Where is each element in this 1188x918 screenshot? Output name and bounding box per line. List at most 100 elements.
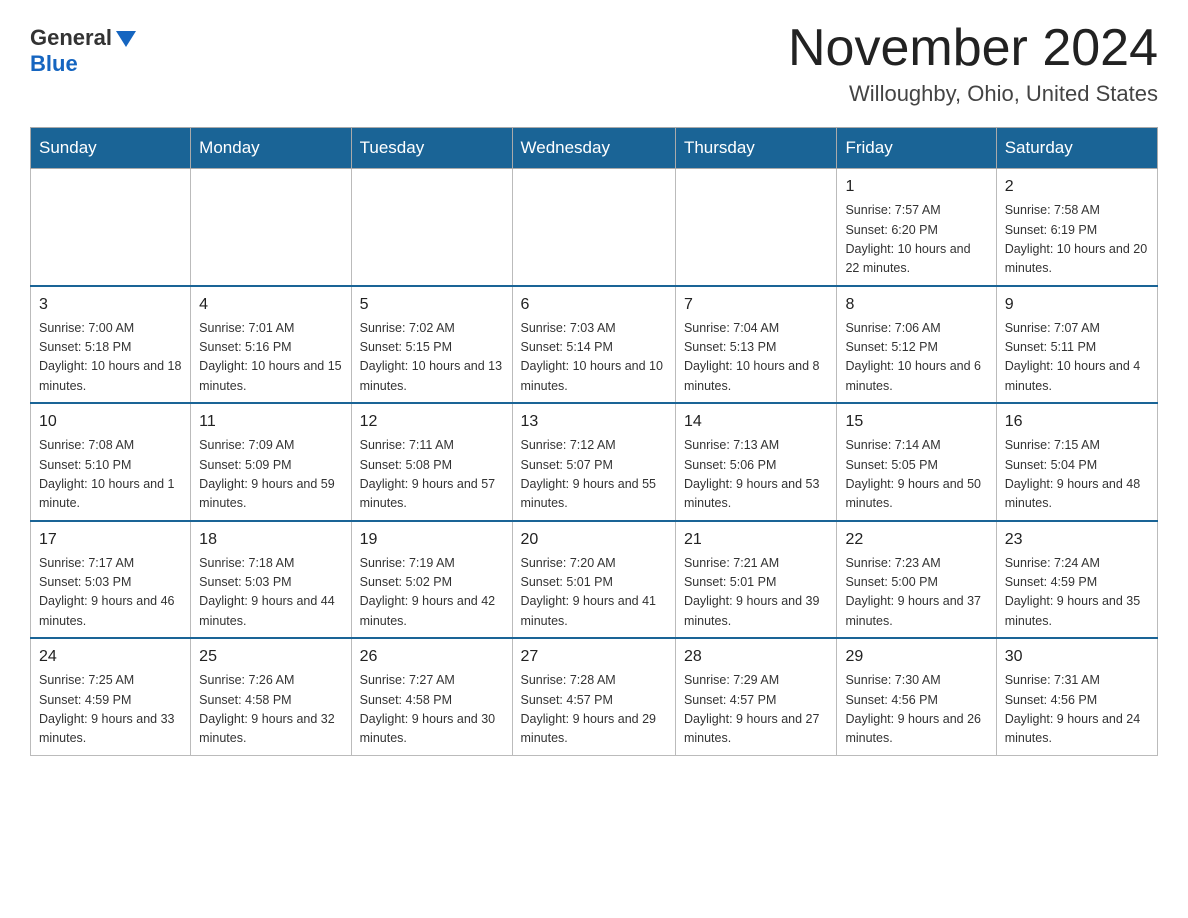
calendar-table: Sunday Monday Tuesday Wednesday Thursday… <box>30 127 1158 756</box>
table-row: 29Sunrise: 7:30 AMSunset: 4:56 PMDayligh… <box>837 638 996 755</box>
table-row: 1Sunrise: 7:57 AMSunset: 6:20 PMDaylight… <box>837 169 996 286</box>
day-number: 1 <box>845 175 987 199</box>
day-number: 24 <box>39 645 182 669</box>
day-number: 4 <box>199 293 342 317</box>
table-row: 11Sunrise: 7:09 AMSunset: 5:09 PMDayligh… <box>191 403 351 521</box>
col-thursday: Thursday <box>675 128 837 169</box>
logo-triangle-icon <box>116 31 136 47</box>
col-monday: Monday <box>191 128 351 169</box>
day-info: Sunrise: 7:23 AMSunset: 5:00 PMDaylight:… <box>845 554 987 632</box>
day-info: Sunrise: 7:31 AMSunset: 4:56 PMDaylight:… <box>1005 671 1149 749</box>
day-number: 28 <box>684 645 829 669</box>
day-info: Sunrise: 7:07 AMSunset: 5:11 PMDaylight:… <box>1005 319 1149 397</box>
day-info: Sunrise: 7:12 AMSunset: 5:07 PMDaylight:… <box>521 436 667 514</box>
col-saturday: Saturday <box>996 128 1157 169</box>
day-info: Sunrise: 7:30 AMSunset: 4:56 PMDaylight:… <box>845 671 987 749</box>
day-info: Sunrise: 7:24 AMSunset: 4:59 PMDaylight:… <box>1005 554 1149 632</box>
calendar-week-row: 3Sunrise: 7:00 AMSunset: 5:18 PMDaylight… <box>31 286 1158 404</box>
table-row <box>351 169 512 286</box>
logo-general-text: General <box>30 25 112 51</box>
day-info: Sunrise: 7:11 AMSunset: 5:08 PMDaylight:… <box>360 436 504 514</box>
table-row <box>31 169 191 286</box>
day-number: 9 <box>1005 293 1149 317</box>
day-number: 8 <box>845 293 987 317</box>
day-info: Sunrise: 7:15 AMSunset: 5:04 PMDaylight:… <box>1005 436 1149 514</box>
day-info: Sunrise: 7:01 AMSunset: 5:16 PMDaylight:… <box>199 319 342 397</box>
day-number: 26 <box>360 645 504 669</box>
table-row <box>675 169 837 286</box>
day-number: 17 <box>39 528 182 552</box>
col-wednesday: Wednesday <box>512 128 675 169</box>
day-info: Sunrise: 7:02 AMSunset: 5:15 PMDaylight:… <box>360 319 504 397</box>
calendar-week-row: 1Sunrise: 7:57 AMSunset: 6:20 PMDaylight… <box>31 169 1158 286</box>
day-number: 10 <box>39 410 182 434</box>
day-info: Sunrise: 7:29 AMSunset: 4:57 PMDaylight:… <box>684 671 829 749</box>
day-info: Sunrise: 7:13 AMSunset: 5:06 PMDaylight:… <box>684 436 829 514</box>
day-number: 5 <box>360 293 504 317</box>
col-sunday: Sunday <box>31 128 191 169</box>
day-number: 19 <box>360 528 504 552</box>
calendar-week-row: 24Sunrise: 7:25 AMSunset: 4:59 PMDayligh… <box>31 638 1158 755</box>
month-title: November 2024 <box>788 20 1158 77</box>
table-row: 20Sunrise: 7:20 AMSunset: 5:01 PMDayligh… <box>512 521 675 639</box>
title-block: November 2024 Willoughby, Ohio, United S… <box>788 20 1158 107</box>
day-number: 2 <box>1005 175 1149 199</box>
day-number: 27 <box>521 645 667 669</box>
logo: General Blue <box>30 20 136 77</box>
table-row: 25Sunrise: 7:26 AMSunset: 4:58 PMDayligh… <box>191 638 351 755</box>
table-row: 7Sunrise: 7:04 AMSunset: 5:13 PMDaylight… <box>675 286 837 404</box>
table-row: 17Sunrise: 7:17 AMSunset: 5:03 PMDayligh… <box>31 521 191 639</box>
table-row: 15Sunrise: 7:14 AMSunset: 5:05 PMDayligh… <box>837 403 996 521</box>
day-number: 25 <box>199 645 342 669</box>
day-info: Sunrise: 7:09 AMSunset: 5:09 PMDaylight:… <box>199 436 342 514</box>
day-number: 12 <box>360 410 504 434</box>
day-info: Sunrise: 7:18 AMSunset: 5:03 PMDaylight:… <box>199 554 342 632</box>
calendar-week-row: 10Sunrise: 7:08 AMSunset: 5:10 PMDayligh… <box>31 403 1158 521</box>
day-number: 14 <box>684 410 829 434</box>
table-row: 5Sunrise: 7:02 AMSunset: 5:15 PMDaylight… <box>351 286 512 404</box>
day-number: 20 <box>521 528 667 552</box>
day-info: Sunrise: 7:20 AMSunset: 5:01 PMDaylight:… <box>521 554 667 632</box>
table-row: 30Sunrise: 7:31 AMSunset: 4:56 PMDayligh… <box>996 638 1157 755</box>
page-header: General Blue November 2024 Willoughby, O… <box>30 20 1158 107</box>
day-number: 22 <box>845 528 987 552</box>
table-row: 13Sunrise: 7:12 AMSunset: 5:07 PMDayligh… <box>512 403 675 521</box>
table-row: 19Sunrise: 7:19 AMSunset: 5:02 PMDayligh… <box>351 521 512 639</box>
day-info: Sunrise: 7:06 AMSunset: 5:12 PMDaylight:… <box>845 319 987 397</box>
table-row: 12Sunrise: 7:11 AMSunset: 5:08 PMDayligh… <box>351 403 512 521</box>
col-tuesday: Tuesday <box>351 128 512 169</box>
table-row: 2Sunrise: 7:58 AMSunset: 6:19 PMDaylight… <box>996 169 1157 286</box>
table-row <box>512 169 675 286</box>
day-number: 13 <box>521 410 667 434</box>
day-info: Sunrise: 7:27 AMSunset: 4:58 PMDaylight:… <box>360 671 504 749</box>
table-row <box>191 169 351 286</box>
day-info: Sunrise: 7:19 AMSunset: 5:02 PMDaylight:… <box>360 554 504 632</box>
day-number: 15 <box>845 410 987 434</box>
day-info: Sunrise: 7:14 AMSunset: 5:05 PMDaylight:… <box>845 436 987 514</box>
day-number: 6 <box>521 293 667 317</box>
day-info: Sunrise: 7:57 AMSunset: 6:20 PMDaylight:… <box>845 201 987 279</box>
day-number: 23 <box>1005 528 1149 552</box>
table-row: 24Sunrise: 7:25 AMSunset: 4:59 PMDayligh… <box>31 638 191 755</box>
day-number: 21 <box>684 528 829 552</box>
day-info: Sunrise: 7:08 AMSunset: 5:10 PMDaylight:… <box>39 436 182 514</box>
day-number: 18 <box>199 528 342 552</box>
location-subtitle: Willoughby, Ohio, United States <box>788 81 1158 107</box>
table-row: 23Sunrise: 7:24 AMSunset: 4:59 PMDayligh… <box>996 521 1157 639</box>
day-number: 30 <box>1005 645 1149 669</box>
table-row: 4Sunrise: 7:01 AMSunset: 5:16 PMDaylight… <box>191 286 351 404</box>
day-info: Sunrise: 7:28 AMSunset: 4:57 PMDaylight:… <box>521 671 667 749</box>
table-row: 3Sunrise: 7:00 AMSunset: 5:18 PMDaylight… <box>31 286 191 404</box>
day-info: Sunrise: 7:17 AMSunset: 5:03 PMDaylight:… <box>39 554 182 632</box>
day-number: 16 <box>1005 410 1149 434</box>
table-row: 10Sunrise: 7:08 AMSunset: 5:10 PMDayligh… <box>31 403 191 521</box>
day-number: 29 <box>845 645 987 669</box>
day-info: Sunrise: 7:21 AMSunset: 5:01 PMDaylight:… <box>684 554 829 632</box>
table-row: 27Sunrise: 7:28 AMSunset: 4:57 PMDayligh… <box>512 638 675 755</box>
day-info: Sunrise: 7:03 AMSunset: 5:14 PMDaylight:… <box>521 319 667 397</box>
day-number: 7 <box>684 293 829 317</box>
table-row: 26Sunrise: 7:27 AMSunset: 4:58 PMDayligh… <box>351 638 512 755</box>
calendar-week-row: 17Sunrise: 7:17 AMSunset: 5:03 PMDayligh… <box>31 521 1158 639</box>
table-row: 28Sunrise: 7:29 AMSunset: 4:57 PMDayligh… <box>675 638 837 755</box>
day-info: Sunrise: 7:00 AMSunset: 5:18 PMDaylight:… <box>39 319 182 397</box>
